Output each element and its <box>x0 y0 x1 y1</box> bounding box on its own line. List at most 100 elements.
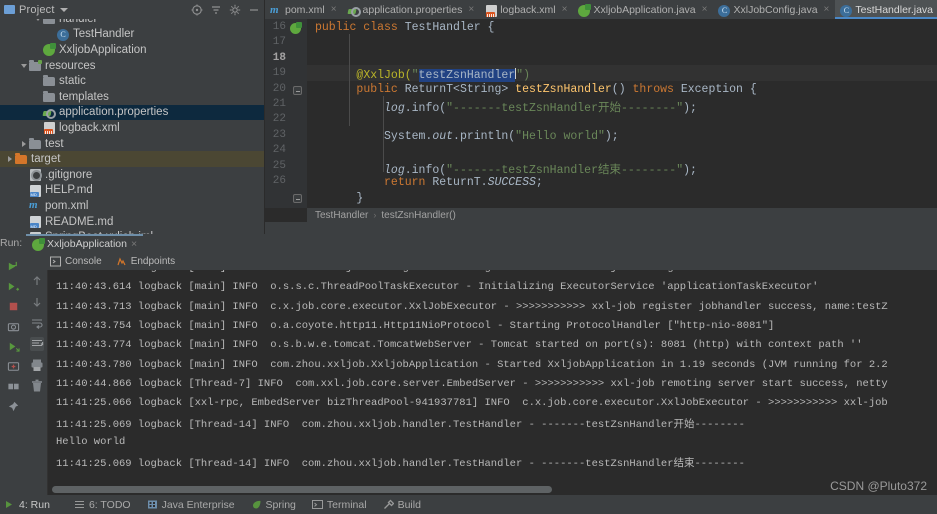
code-line-20: log.info("-------testZsnHandler开始-------… <box>384 101 697 115</box>
close-icon[interactable]: × <box>562 4 568 15</box>
stop-icon[interactable] <box>7 300 20 313</box>
spring-class-icon <box>578 4 592 17</box>
spring-bean-gutter-icon[interactable] <box>290 22 302 34</box>
editor-bottom-spacer <box>265 222 937 234</box>
settings-gear-icon[interactable] <box>229 4 241 16</box>
run-subtab-console[interactable]: Console <box>50 256 102 267</box>
code-fold-icon[interactable] <box>293 194 302 203</box>
tree-row[interactable]: target <box>0 151 264 167</box>
console-icon <box>50 256 61 267</box>
tree-row-label: XxljobApplication <box>59 43 147 56</box>
project-tool-window: Project handlerCTestH <box>0 0 265 234</box>
run-config-tab-xxljobapplication[interactable]: XxljobApplication × <box>26 234 144 253</box>
tree-arrow-spacer <box>20 217 29 226</box>
run-left-toolbar[interactable] <box>2 256 24 495</box>
status-bar-item-java-enterprise[interactable]: Java Enterprise <box>147 499 235 511</box>
console-output[interactable]: 11:40:43.540 logback [main] INFO com.zho… <box>48 270 937 495</box>
camera-icon[interactable] <box>7 320 20 333</box>
collapse-all-icon[interactable] <box>210 4 222 16</box>
tree-row[interactable]: C TestHandler <box>0 27 264 43</box>
close-icon[interactable]: × <box>824 4 830 15</box>
tree-row[interactable]: templates <box>0 89 264 105</box>
chevron-down-icon[interactable] <box>59 7 68 12</box>
scroll-to-end-icon[interactable] <box>29 337 44 351</box>
close-icon[interactable]: × <box>468 4 474 15</box>
minimize-icon[interactable] <box>248 4 260 16</box>
clear-all-icon[interactable] <box>30 379 44 393</box>
status-bar-item-6-todo[interactable]: 6: TODO <box>74 499 131 511</box>
tree-row[interactable]: m pom.xml <box>0 198 264 214</box>
tree-row[interactable]: application.properties <box>0 104 264 121</box>
status-bar-item-terminal[interactable]: Terminal <box>311 499 367 511</box>
breadcrumb-class[interactable]: TestHandler <box>315 210 368 221</box>
code-line-18: @XxlJob("testZsnHandler") <box>356 67 530 82</box>
console-toolbar[interactable] <box>26 270 48 495</box>
project-tree[interactable]: handlerCTestHandlerXxljobApplication reso… <box>0 19 264 234</box>
code-line-22: System.out.println("Hello world"); <box>384 129 619 143</box>
tree-row[interactable]: README.md <box>0 214 264 230</box>
tree-row[interactable]: handler <box>0 19 264 27</box>
tree-row[interactable]: logback.xml <box>0 120 264 136</box>
pin-icon[interactable] <box>7 400 20 413</box>
tree-row[interactable]: test <box>0 136 264 152</box>
folder-icon <box>43 19 56 25</box>
editor-tab-xxljobconfig-java[interactable]: C XxlJobConfig.java × <box>713 0 835 19</box>
editor-gutter[interactable]: 16 17 18 19 20 21 22 23 24 25 26 <box>265 19 307 208</box>
run-subtab-endpoints[interactable]: Endpoints <box>116 256 175 267</box>
editor-tab-xxljobapplication-java[interactable]: XxljobApplication.java × <box>573 0 713 19</box>
console-log-line: 11:40:43.713 logback [main] INFO c.x.job… <box>56 300 888 313</box>
code-line-24: log.info("-------testZsnHandler结束-------… <box>384 163 697 177</box>
code-editor[interactable]: public class TestHandler { @XxlJob("test… <box>307 19 937 208</box>
editor-tab-pom-xml[interactable]: m pom.xml × <box>265 0 343 19</box>
collapse-arrow-icon[interactable] <box>20 61 29 70</box>
layout-icon[interactable] <box>7 380 20 393</box>
close-icon[interactable]: × <box>702 4 708 15</box>
breadcrumb-method[interactable]: testZsnHandler() <box>381 210 455 221</box>
editor-tab-bar[interactable]: m pom.xml × application.properties × logback.… <box>265 0 937 19</box>
run-subtabs[interactable]: Console Endpoints <box>50 253 175 270</box>
close-icon[interactable]: × <box>331 4 337 15</box>
code-fold-icon[interactable] <box>293 86 302 95</box>
soft-wrap-icon[interactable] <box>30 316 44 330</box>
tree-row[interactable]: HELP.md <box>0 183 264 199</box>
run-configuration-tabs[interactable]: XxljobApplication × <box>26 234 937 253</box>
code-line-26: } <box>356 191 364 205</box>
maven-pom-icon: m <box>270 4 279 16</box>
run-tool-window: Run: XxljobApplication × Console Endpoint… <box>0 234 937 495</box>
step-icon[interactable] <box>7 360 20 373</box>
scroll-up-icon[interactable] <box>30 274 44 288</box>
tree-arrow-spacer <box>34 92 43 101</box>
tree-row[interactable]: resources <box>0 58 264 74</box>
resume-icon[interactable] <box>7 340 20 353</box>
tree-row[interactable]: .gitignore <box>0 167 264 183</box>
tree-row-label: static <box>59 75 86 88</box>
status-bar-item-4-run[interactable]: 4: Run <box>4 499 50 511</box>
expand-arrow-icon[interactable] <box>20 139 29 148</box>
tree-row[interactable]: static <box>0 73 264 89</box>
scroll-down-icon[interactable] <box>30 295 44 309</box>
line-number: 25 <box>272 159 286 172</box>
status-bar-item-label: 6: TODO <box>88 498 131 511</box>
editor-tab-testhandler-java[interactable]: CTestHandler.java× <box>835 0 937 19</box>
line-number: 17 <box>272 36 286 49</box>
xml-file-icon <box>485 4 498 17</box>
breadcrumb[interactable]: TestHandler › testZsnHandler() <box>307 208 937 222</box>
endpoints-icon <box>116 256 127 267</box>
editor-tab-logback-xml[interactable]: logback.xml × <box>480 0 573 19</box>
rerun-failed-icon[interactable] <box>7 280 20 293</box>
tree-row[interactable]: XxljobApplication <box>0 42 264 58</box>
editor-tab-application-properties[interactable]: application.properties × <box>343 0 481 19</box>
console-log-line: 11:40:43.780 logback [main] INFO com.zho… <box>56 358 888 371</box>
status-bar[interactable]: 4: Run 6: TODO Java Enterprise Spring Termin… <box>0 495 937 514</box>
status-bar-item-spring[interactable]: Spring <box>251 499 296 511</box>
rerun-icon[interactable] <box>7 260 20 273</box>
collapse-arrow-icon[interactable] <box>34 19 43 23</box>
properties-file-icon <box>348 4 361 17</box>
status-bar-item-build[interactable]: Build <box>383 499 421 511</box>
console-horizontal-scrollbar[interactable] <box>52 486 552 493</box>
expand-arrow-icon[interactable] <box>6 155 15 164</box>
close-icon[interactable]: × <box>131 238 137 250</box>
print-icon[interactable] <box>30 358 44 372</box>
tree-row-label: resources <box>45 59 96 72</box>
locate-icon[interactable] <box>191 4 203 16</box>
